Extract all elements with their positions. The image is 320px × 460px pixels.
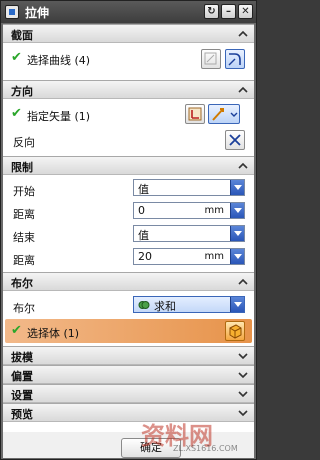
chevron-down-icon bbox=[230, 226, 244, 241]
unit-dropdown-icon[interactable] bbox=[230, 249, 244, 264]
chevron-down-icon bbox=[238, 391, 248, 398]
reverse-label: 反向 bbox=[13, 136, 35, 149]
chevron-down-icon bbox=[238, 353, 248, 360]
select-curve-label: 选择曲线 (4) bbox=[27, 54, 91, 67]
section-header-settings[interactable]: 设置 bbox=[3, 384, 254, 403]
end-select[interactable]: 值 bbox=[133, 225, 245, 242]
boolean-label: 布尔 bbox=[13, 302, 35, 315]
unit-dropdown-icon[interactable] bbox=[230, 203, 244, 218]
chevron-up-icon bbox=[238, 30, 248, 37]
chevron-down-icon bbox=[238, 372, 248, 379]
boolean-value: 求和 bbox=[154, 300, 176, 313]
specify-vector-row[interactable]: ✔ 指定矢量 (1) bbox=[3, 100, 254, 128]
vector-dialog-icon bbox=[188, 107, 202, 121]
watermark-url: ZL.XS1616.COM bbox=[173, 444, 238, 453]
section-title: 方向 bbox=[11, 85, 33, 98]
unit-label: mm bbox=[204, 251, 224, 262]
end-value: 值 bbox=[138, 229, 149, 242]
minimize-icon[interactable]: – bbox=[221, 4, 236, 19]
end-label: 结束 bbox=[13, 231, 35, 244]
section-title: 偏置 bbox=[11, 370, 33, 383]
app-icon bbox=[5, 5, 19, 19]
start-distance-input[interactable]: 0 mm bbox=[133, 202, 245, 219]
title-bar[interactable]: 拉伸 ↻ – ✕ bbox=[1, 1, 256, 23]
check-icon: ✔ bbox=[11, 323, 22, 338]
curve-select-button[interactable] bbox=[225, 49, 245, 69]
select-body-button[interactable] bbox=[225, 321, 245, 341]
section-title: 布尔 bbox=[11, 277, 33, 290]
vector-type-dropdown[interactable] bbox=[208, 104, 240, 124]
curve-icon bbox=[228, 53, 241, 66]
section-title: 预览 bbox=[11, 408, 33, 421]
chevron-up-icon bbox=[238, 278, 248, 285]
end-distance-value: 20 bbox=[138, 250, 152, 263]
reverse-direction-button[interactable] bbox=[225, 130, 245, 150]
start-label: 开始 bbox=[13, 185, 35, 198]
restore-icon[interactable]: ↻ bbox=[204, 4, 219, 19]
section-title: 设置 bbox=[11, 389, 33, 402]
section-header-boolean[interactable]: 布尔 bbox=[3, 272, 254, 291]
chevron-down-icon bbox=[238, 410, 248, 417]
reverse-direction-icon bbox=[229, 134, 241, 146]
section-title: 拔模 bbox=[11, 351, 33, 364]
unite-icon bbox=[138, 301, 150, 309]
start-distance-label: 距离 bbox=[13, 208, 35, 221]
dialog-body: 截面 ✔ 选择曲线 (4) 方向 ✔ 指定矢量 (1) 反向 限制 开始 值 距… bbox=[3, 24, 254, 458]
boolean-select[interactable]: 求和 bbox=[133, 296, 245, 313]
end-distance-input[interactable]: 20 mm bbox=[133, 248, 245, 265]
vector-dialog-button[interactable] bbox=[185, 104, 205, 124]
end-distance-label: 距离 bbox=[13, 254, 35, 267]
section-header-limits[interactable]: 限制 bbox=[3, 156, 254, 175]
start-value: 值 bbox=[138, 183, 149, 196]
specify-vector-label: 指定矢量 (1) bbox=[27, 110, 91, 123]
section-header-offset[interactable]: 偏置 bbox=[3, 365, 254, 384]
select-body-row[interactable]: ✔ 选择体 (1) bbox=[5, 319, 252, 343]
unit-label: mm bbox=[204, 205, 224, 216]
chevron-down-icon bbox=[230, 297, 244, 312]
close-icon[interactable]: ✕ bbox=[238, 4, 253, 19]
sketch-icon bbox=[204, 52, 217, 65]
section-title: 截面 bbox=[11, 29, 33, 42]
chevron-down-icon bbox=[230, 180, 244, 195]
chevron-up-icon bbox=[238, 86, 248, 93]
vector-icon bbox=[212, 108, 238, 121]
check-icon: ✔ bbox=[11, 50, 22, 65]
extrude-dialog: 拉伸 ↻ – ✕ 截面 ✔ 选择曲线 (4) 方向 ✔ 指定矢量 (1) 反向 … bbox=[0, 0, 257, 460]
select-body-label: 选择体 (1) bbox=[27, 327, 80, 340]
section-title: 限制 bbox=[11, 161, 33, 174]
check-icon: ✔ bbox=[11, 106, 22, 121]
start-distance-value: 0 bbox=[138, 204, 145, 217]
section-header-direction[interactable]: 方向 bbox=[3, 80, 254, 99]
section-header-section[interactable]: 截面 bbox=[3, 24, 254, 43]
sketch-section-button[interactable] bbox=[201, 49, 221, 69]
section-header-draft[interactable]: 拔模 bbox=[3, 346, 254, 365]
window-title: 拉伸 bbox=[25, 6, 50, 20]
chevron-up-icon bbox=[238, 162, 248, 169]
section-header-preview[interactable]: 预览 bbox=[3, 403, 254, 422]
start-select[interactable]: 值 bbox=[133, 179, 245, 196]
select-curve-row[interactable]: ✔ 选择曲线 (4) bbox=[3, 44, 254, 74]
reverse-row: 反向 bbox=[3, 128, 254, 152]
solid-body-icon bbox=[229, 324, 242, 339]
